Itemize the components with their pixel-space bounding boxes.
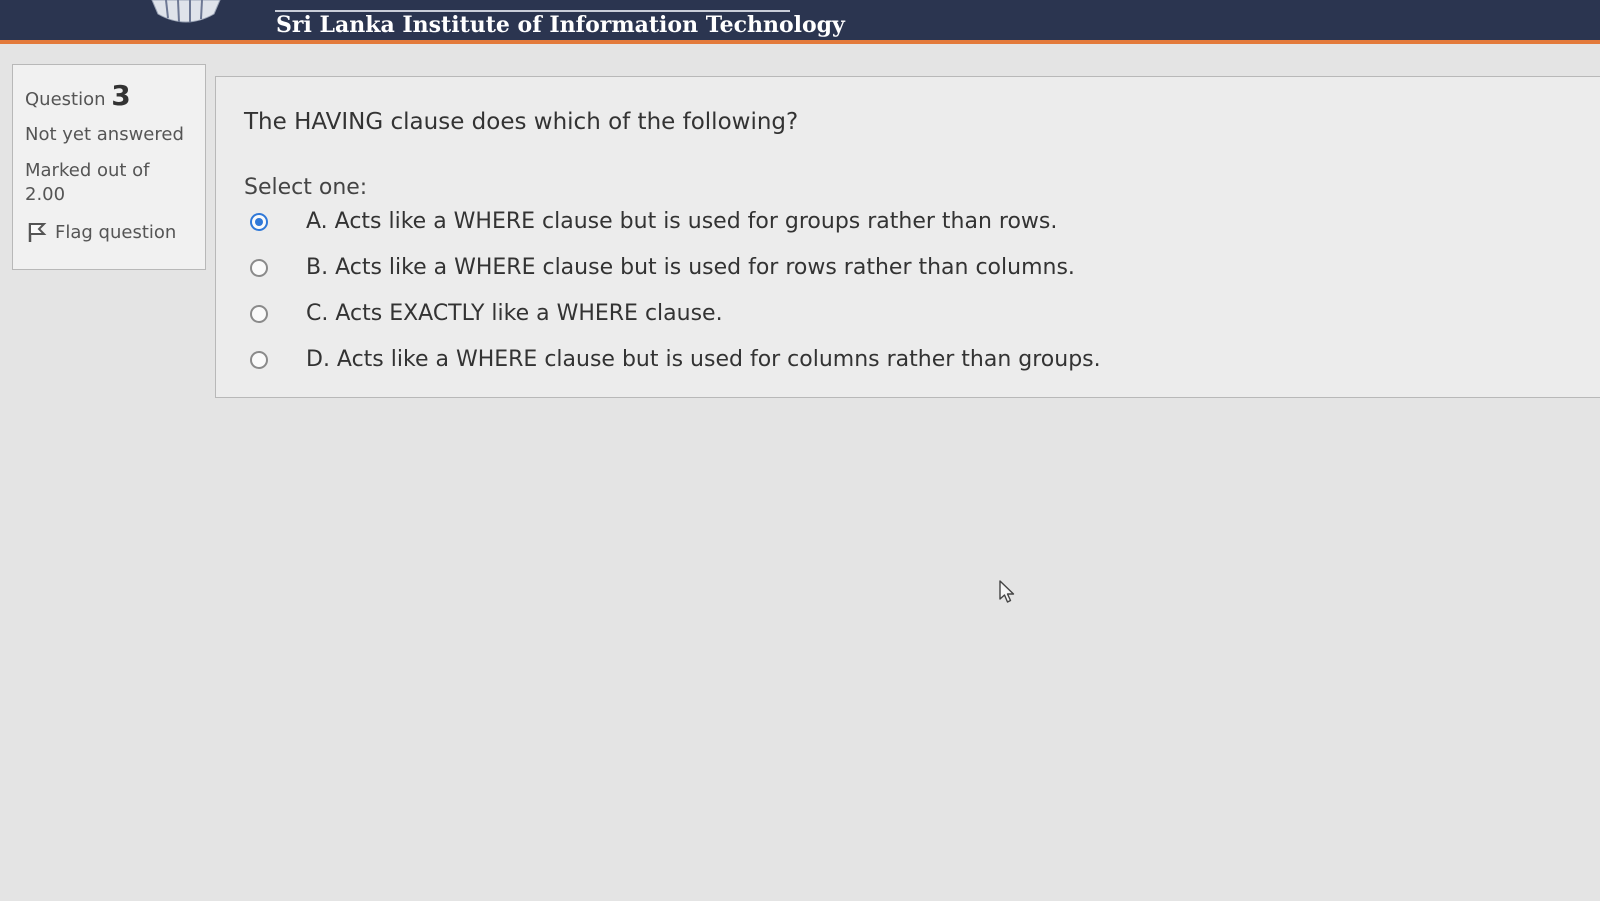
site-name: Sri Lanka Institute of Information Techn… [276, 12, 845, 38]
question-status: Not yet answered [25, 124, 184, 145]
flag-question-label: Flag question [55, 221, 177, 243]
flag-icon [28, 223, 47, 242]
answer-label-a: A. Acts like a WHERE clause but is used … [306, 209, 1058, 234]
answer-label-b: B. Acts like a WHERE clause but is used … [306, 255, 1075, 280]
question-heading: Question 3 [25, 79, 193, 112]
answer-radio-b[interactable] [250, 258, 268, 277]
select-one-prompt: Select one: [244, 175, 368, 200]
question-number: 3 [111, 79, 131, 112]
question-panel: The HAVING clause does which of the foll… [215, 76, 1600, 398]
mouse-pointer-icon [999, 580, 1015, 603]
answer-radio-d[interactable] [250, 350, 268, 369]
question-info-panel: Question 3 Not yet answered Marked out o… [12, 64, 206, 270]
answer-radio-a[interactable] [250, 212, 268, 231]
answer-radio-c[interactable] [250, 304, 268, 323]
answer-label-c: C. Acts EXACTLY like a WHERE clause. [306, 301, 723, 326]
answer-option-d[interactable]: D. Acts like a WHERE clause but is used … [250, 347, 1101, 372]
question-text: The HAVING clause does which of the foll… [244, 109, 799, 135]
answer-option-c[interactable]: C. Acts EXACTLY like a WHERE clause. [250, 301, 723, 326]
site-header: Sri Lanka Institute of Information Techn… [0, 0, 1600, 44]
flag-question-link[interactable]: Flag question [25, 221, 193, 243]
question-marks: Marked out of 2.00 [25, 160, 150, 205]
answer-option-b[interactable]: B. Acts like a WHERE clause but is used … [250, 255, 1075, 280]
answer-label-d: D. Acts like a WHERE clause but is used … [306, 347, 1101, 372]
question-label: Question [25, 89, 106, 110]
answer-option-a[interactable]: A. Acts like a WHERE clause but is used … [250, 209, 1057, 234]
university-crest-icon[interactable] [150, 0, 222, 24]
